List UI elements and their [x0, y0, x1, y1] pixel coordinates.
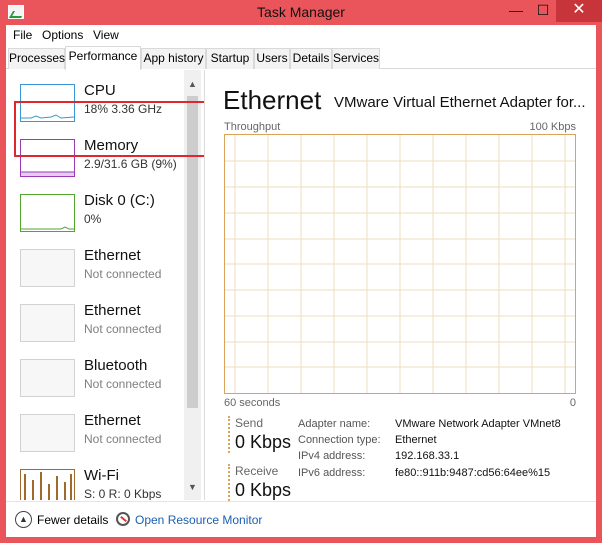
resource-ethernet-1[interactable]: Ethernet Not connected — [6, 243, 182, 293]
resource-name: Ethernet — [84, 412, 141, 429]
receive-value: 0 Kbps — [235, 480, 292, 500]
close-button[interactable]: ✕ — [556, 0, 602, 22]
resource-name: Ethernet — [84, 247, 141, 264]
resource-monitor-icon[interactable] — [116, 512, 130, 526]
resource-ethernet-2[interactable]: Ethernet Not connected — [6, 298, 182, 348]
tab-startup[interactable]: Startup — [206, 48, 254, 69]
ethernet-graph-thumbnail — [20, 249, 75, 287]
tab-strip: Processes Performance App history Startu… — [6, 45, 596, 70]
resource-value: Not connected — [84, 267, 162, 281]
ipv4-label: IPv4 address: — [298, 450, 366, 462]
resource-name: CPU — [84, 82, 116, 99]
time-axis-label: 60 seconds — [224, 397, 281, 409]
resource-value: Not connected — [84, 377, 162, 391]
receive-label: Receive — [235, 464, 279, 478]
bluetooth-graph-thumbnail — [20, 359, 75, 397]
disk-graph-thumbnail — [20, 194, 75, 232]
footer-bar: ▲ Fewer details Open Resource Monitor — [6, 501, 596, 537]
time-axis-end: 0 — [569, 397, 576, 409]
menu-view[interactable]: View — [93, 28, 119, 42]
connection-type-value: Ethernet — [395, 434, 437, 446]
maximize-button[interactable]: ☐ — [530, 0, 556, 22]
selection-highlight — [14, 101, 207, 157]
chevron-up-icon[interactable]: ▲ — [15, 511, 32, 528]
resource-ethernet-3[interactable]: Ethernet Not connected — [6, 408, 182, 458]
ethernet-graph-thumbnail — [20, 414, 75, 452]
minimize-button[interactable]: — — [503, 0, 529, 22]
ipv4-value: 192.168.33.1 — [395, 450, 460, 462]
tab-processes[interactable]: Processes — [8, 48, 65, 69]
send-value: 0 Kbps — [235, 432, 292, 452]
resource-name: Ethernet — [84, 302, 141, 319]
throughput-graph — [224, 134, 576, 394]
resource-value: 2.9/31.6 GB (9%) — [84, 157, 177, 171]
title-bar: Task Manager — ☐ ✕ — [0, 0, 602, 25]
receive-stat: Receive 0 Kbps — [228, 464, 298, 501]
resource-disk[interactable]: Disk 0 (C:) 0% — [6, 188, 182, 238]
connection-type-label: Connection type: — [298, 434, 381, 446]
resource-wifi[interactable]: Wi-Fi S: 0 R: 0 Kbps — [6, 463, 182, 500]
tab-services[interactable]: Services — [332, 48, 380, 69]
tab-performance[interactable]: Performance — [65, 46, 141, 70]
ipv6-value: fe80::911b:9487:cd56:64ee%15 — [395, 467, 551, 479]
detail-panel: Ethernet VMware Virtual Ethernet Adapter… — [205, 70, 596, 501]
tab-app-history[interactable]: App history — [141, 48, 206, 69]
tab-details[interactable]: Details — [290, 48, 332, 69]
scroll-up-arrow-icon[interactable]: ▲ — [184, 76, 201, 93]
ethernet-graph-thumbnail — [20, 304, 75, 342]
resource-value: S: 0 R: 0 Kbps — [84, 487, 162, 500]
tab-users[interactable]: Users — [254, 48, 290, 69]
graph-grid — [225, 135, 575, 393]
resource-value: Not connected — [84, 322, 162, 336]
graph-label: Throughput — [224, 121, 281, 133]
resource-name: Bluetooth — [84, 357, 148, 374]
open-resource-monitor-link[interactable]: Open Resource Monitor — [135, 513, 262, 527]
resource-bluetooth[interactable]: Bluetooth Not connected — [6, 353, 182, 403]
window-client: File Options View Processes Performance … — [6, 25, 596, 537]
menu-file[interactable]: File — [13, 28, 32, 42]
detail-adapter: VMware Virtual Ethernet Adapter for... — [334, 94, 586, 111]
resource-value: Not connected — [84, 432, 162, 446]
resource-name: Wi-Fi — [84, 467, 119, 484]
send-label: Send — [235, 416, 264, 430]
menu-bar: File Options View — [6, 25, 596, 45]
detail-title: Ethernet — [223, 85, 322, 115]
resource-value: 0% — [84, 212, 102, 226]
ipv6-label: IPv6 address: — [298, 467, 366, 479]
adapter-name-label: Adapter name: — [298, 418, 371, 430]
send-stat: Send 0 Kbps — [228, 416, 298, 453]
adapter-name-value: VMware Network Adapter VMnet8 — [395, 418, 561, 430]
scroll-down-arrow-icon[interactable]: ▼ — [184, 479, 201, 496]
fewer-details-button[interactable]: Fewer details — [37, 513, 108, 527]
graph-max-label: 100 Kbps — [529, 121, 576, 133]
resource-name: Disk 0 (C:) — [84, 192, 155, 209]
menu-options[interactable]: Options — [42, 28, 83, 42]
wifi-graph-thumbnail — [20, 469, 75, 500]
